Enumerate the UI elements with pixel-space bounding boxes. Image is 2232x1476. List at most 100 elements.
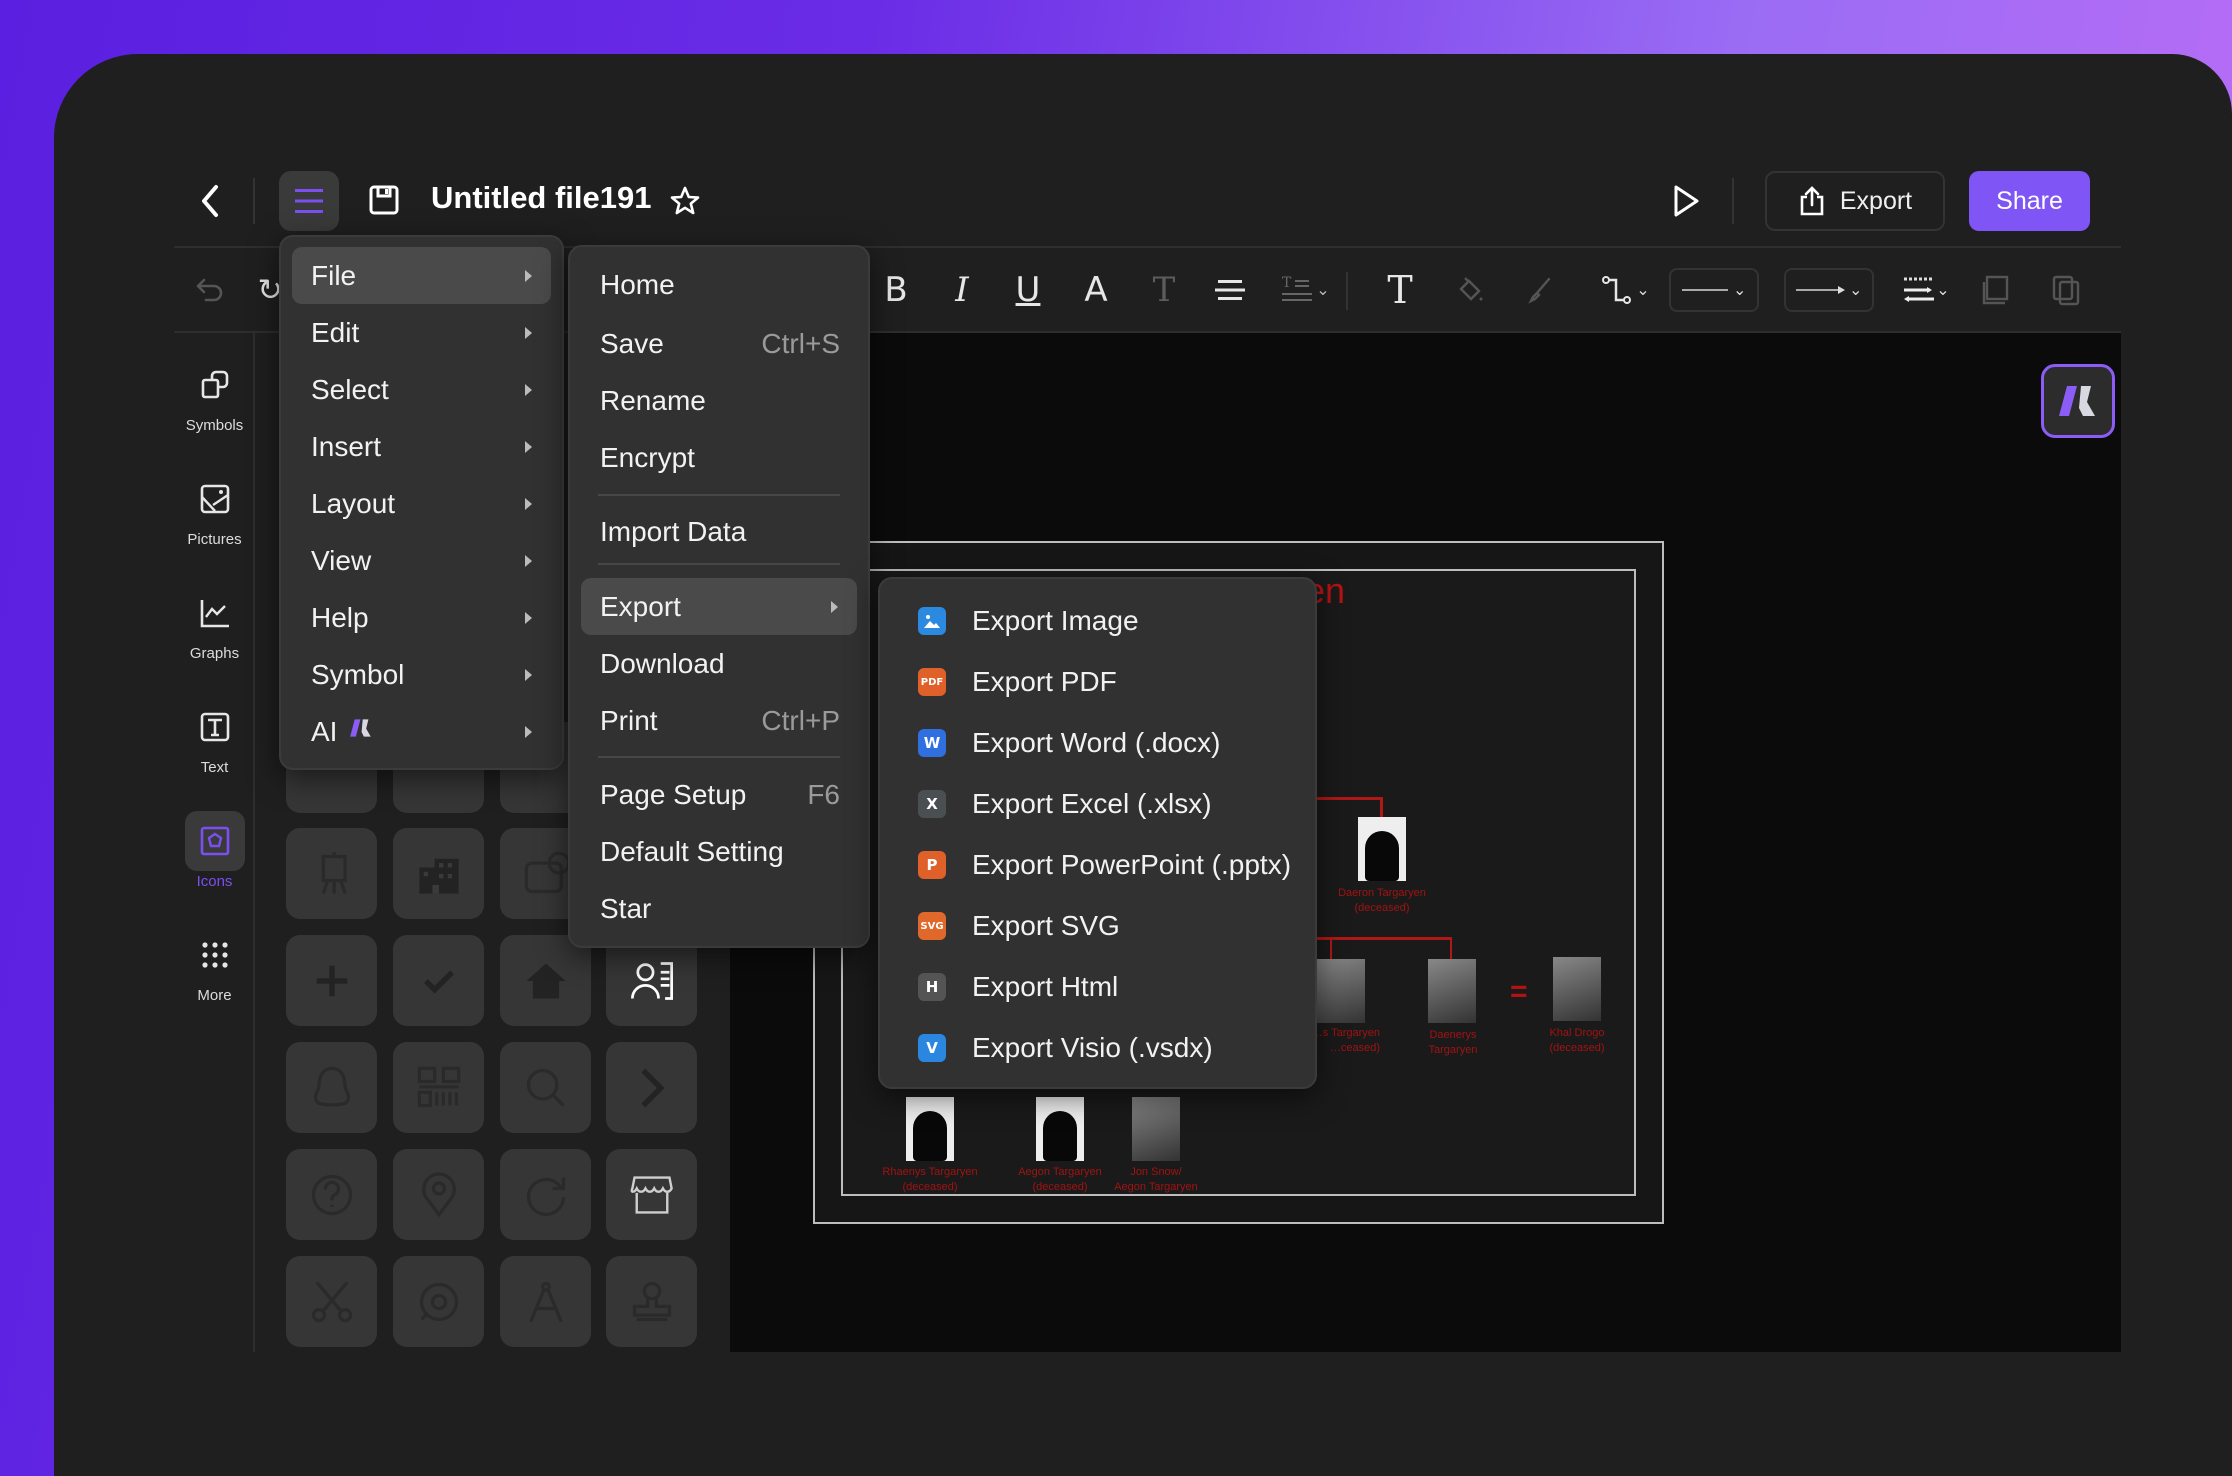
icon-tile-target[interactable]	[393, 1256, 484, 1347]
redo-button[interactable]: ↻	[257, 266, 282, 314]
file-menu-item-save[interactable]: Save Ctrl+S	[570, 315, 868, 372]
connector-dropdown[interactable]: ⌄	[1596, 266, 1656, 314]
file-menu-item-home[interactable]: Home	[570, 256, 868, 313]
icon-tile-store[interactable]	[606, 1149, 697, 1240]
line-style-dropdown[interactable]: ⌄	[1669, 268, 1759, 312]
icon-tile-refresh[interactable]	[500, 1149, 591, 1240]
sidebar-item-icons[interactable]: Icons	[174, 811, 255, 890]
undo-button[interactable]	[190, 266, 230, 314]
send-to-back-button[interactable]	[2046, 266, 2086, 314]
share-button[interactable]: Share	[1969, 171, 2090, 231]
icon-tile-compass[interactable]	[500, 1256, 591, 1347]
menu-item-label: Layout	[311, 487, 396, 519]
menu-item-edit[interactable]: Edit	[281, 304, 562, 361]
bold-button[interactable]: B	[876, 266, 916, 314]
line-spacing-dropdown[interactable]: T ⌄	[1276, 266, 1336, 314]
icon-tile-contact-card[interactable]	[606, 935, 697, 1026]
menu-item-file[interactable]: File	[292, 247, 551, 304]
sidebar-item-more[interactable]: More	[174, 925, 255, 1004]
icon-tile-easel[interactable]	[286, 828, 377, 919]
line-jump-dropdown[interactable]: ⌄	[1896, 266, 1956, 314]
back-button[interactable]	[190, 181, 230, 221]
menu-item-symbol[interactable]: Symbol	[281, 646, 562, 703]
file-menu-item-encrypt[interactable]: Encrypt	[570, 429, 868, 486]
icon-tile-home[interactable]	[500, 935, 591, 1026]
icon-tile-check[interactable]	[393, 935, 484, 1026]
file-menu-item-page-setup[interactable]: Page Setup F6	[570, 766, 868, 823]
sidebar-item-pictures[interactable]: Pictures	[174, 469, 255, 548]
icon-tile-chevron-right[interactable]	[606, 1042, 697, 1133]
icon-tile-location-pin[interactable]	[393, 1149, 484, 1240]
menu-item-select[interactable]: Select	[281, 361, 562, 418]
underline-button[interactable]: U	[1008, 266, 1048, 314]
export-menu-item[interactable]: X Export Excel (.xlsx)	[880, 775, 1315, 833]
portrait-aegon[interactable]	[1036, 1097, 1084, 1161]
icon-tile-qr-code[interactable]	[393, 1042, 484, 1133]
menu-item-label: Insert	[311, 430, 382, 462]
menu-item-help[interactable]: Help	[281, 589, 562, 646]
main-menu-button[interactable]	[279, 171, 339, 231]
icon-tile-stamp[interactable]	[606, 1256, 697, 1347]
file-menu-item-export[interactable]: Export	[581, 578, 857, 635]
chevron-right-icon	[525, 725, 532, 738]
sidebar-item-symbols[interactable]: Symbols	[174, 355, 255, 434]
menu-item-label: Export Visio (.vsdx)	[972, 1032, 1213, 1063]
export-button[interactable]: Export	[1765, 171, 1945, 231]
portrait-rhaenys[interactable]	[906, 1097, 954, 1161]
menu-item-insert[interactable]: Insert	[281, 418, 562, 475]
export-menu-item[interactable]: PDF Export PDF	[880, 653, 1315, 711]
brush-button[interactable]	[1520, 266, 1560, 314]
chevron-right-icon	[525, 269, 532, 282]
menu-item-label: Home	[600, 268, 675, 300]
ai-assistant-button[interactable]	[2041, 364, 2115, 438]
icon-tile-search[interactable]	[500, 1042, 591, 1133]
portrait-jon-snow[interactable]	[1132, 1097, 1180, 1161]
save-button[interactable]	[366, 182, 402, 218]
fill-button[interactable]	[1450, 266, 1490, 314]
portrait-khal-drogo[interactable]	[1553, 957, 1601, 1021]
document-title[interactable]: Untitled file191	[431, 180, 652, 216]
bring-to-front-button[interactable]	[1976, 266, 2016, 314]
export-menu-item[interactable]: P Export PowerPoint (.pptx)	[880, 836, 1315, 894]
file-menu-item-star[interactable]: Star	[570, 880, 868, 937]
font-color-button[interactable]: A	[1076, 266, 1116, 314]
menu-item-view[interactable]: View	[281, 532, 562, 589]
marriage-symbol: =	[1510, 975, 1528, 1008]
menu-item-ai[interactable]: AI	[281, 703, 562, 760]
file-menu-item-download[interactable]: Download	[570, 635, 868, 692]
portrait-daeron[interactable]	[1358, 817, 1406, 881]
icon-tile-buildings[interactable]	[393, 828, 484, 919]
target-icon	[419, 1282, 458, 1321]
portrait-daenerys[interactable]	[1428, 959, 1476, 1023]
star-icon	[670, 186, 700, 215]
file-menu-item-default-setting[interactable]: Default Setting	[570, 823, 868, 880]
export-menu-item[interactable]: V Export Visio (.vsdx)	[880, 1019, 1315, 1077]
present-button[interactable]	[1666, 181, 1706, 221]
menu-item-label: Export	[600, 590, 681, 622]
export-menu-item[interactable]: W Export Word (.docx)	[880, 714, 1315, 772]
export-menu-item[interactable]: SVG Export SVG	[880, 897, 1315, 955]
compass-icon	[528, 1281, 563, 1322]
portrait-viserys[interactable]	[1317, 959, 1365, 1023]
file-menu-item-import-data[interactable]: Import Data	[570, 503, 868, 560]
sidebar-item-graphs[interactable]: Graphs	[174, 583, 255, 662]
menu-item-shortcut: Ctrl+S	[761, 327, 840, 359]
menu-item-label: Default Setting	[600, 835, 784, 867]
icon-tile-scissors[interactable]	[286, 1256, 377, 1347]
text-tool-button[interactable]: T	[1380, 266, 1420, 314]
arrow-style-dropdown[interactable]: ⌄	[1784, 268, 1874, 312]
favorite-button[interactable]	[667, 183, 703, 219]
text-style-button[interactable]: T	[1144, 266, 1184, 314]
file-menu-item-rename[interactable]: Rename	[570, 372, 868, 429]
icon-tile-plus[interactable]	[286, 935, 377, 1026]
left-sidebar: Symbols Pictures Graphs Text Icons More	[174, 333, 255, 1352]
export-menu-item[interactable]: Export Image	[880, 592, 1315, 650]
align-button[interactable]	[1210, 266, 1250, 314]
sidebar-item-text[interactable]: Text	[174, 697, 255, 776]
italic-button[interactable]: I	[942, 266, 982, 314]
icon-tile-help-circle[interactable]	[286, 1149, 377, 1240]
export-menu-item[interactable]: H Export Html	[880, 958, 1315, 1016]
menu-item-layout[interactable]: Layout	[281, 475, 562, 532]
icon-tile-qq-penguin[interactable]	[286, 1042, 377, 1133]
file-menu-item-print[interactable]: Print Ctrl+P	[570, 692, 868, 749]
